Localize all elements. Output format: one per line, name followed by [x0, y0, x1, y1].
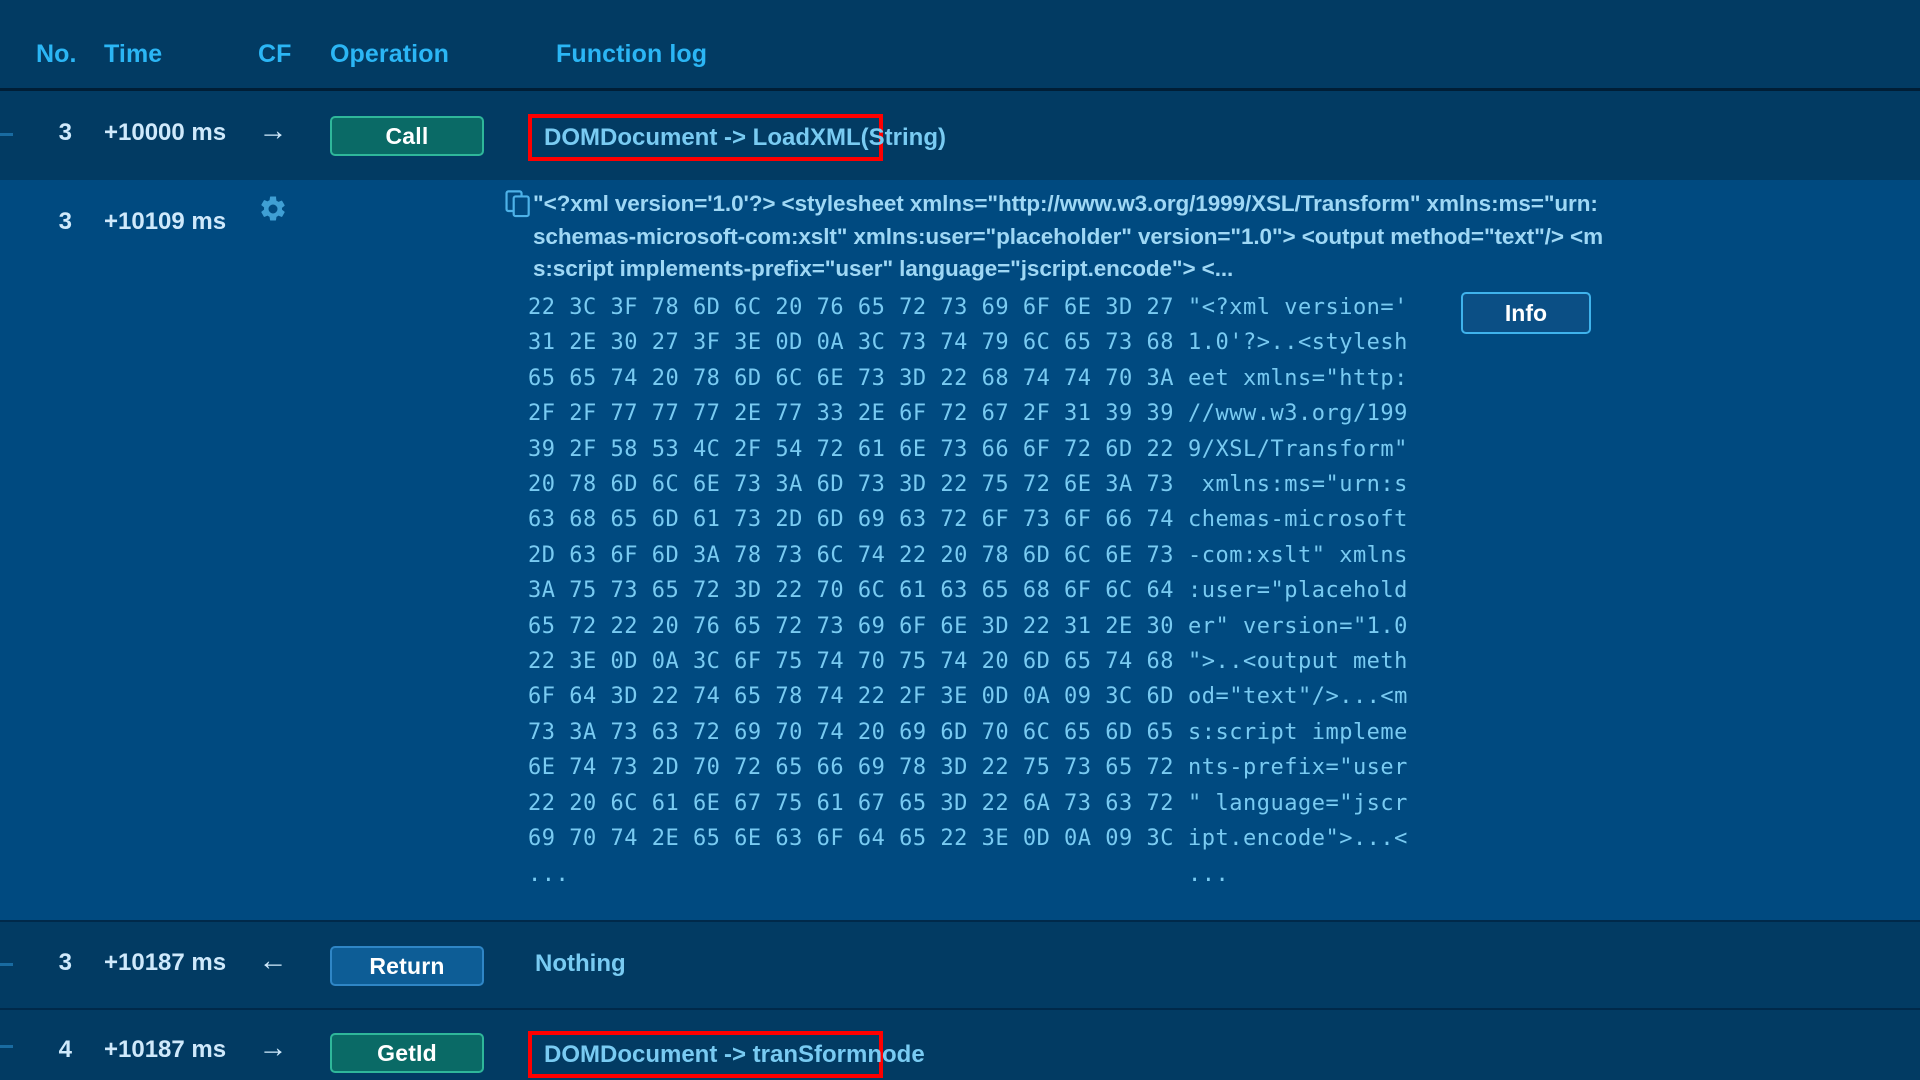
- function-log-text: DOMDocument -> LoadXML(String): [544, 123, 946, 151]
- row-time: +10187 ms: [104, 949, 227, 976]
- row-no: 3: [58, 119, 72, 146]
- function-log-table: No. Time CF Operation Function log 3 +10…: [0, 0, 1920, 1080]
- column-header-cf[interactable]: CF: [258, 40, 292, 69]
- row-no: 3: [58, 208, 72, 235]
- row-edge-marker: [0, 1045, 13, 1048]
- row-control-flow-arrow: →: [258, 1032, 288, 1064]
- table-row[interactable]: 3 +10187 ms ← Return Nothing: [0, 922, 1920, 1008]
- table-row[interactable]: 4 +10187 ms → GetId DOMDocument -> tranS…: [0, 1010, 1920, 1080]
- column-header-time[interactable]: Time: [104, 40, 162, 69]
- gear-icon[interactable]: [258, 194, 288, 224]
- column-header-no[interactable]: No.: [36, 40, 77, 69]
- hex-dump-column: 22 3C 3F 78 6D 6C 20 76 65 72 73 69 6F 6…: [528, 295, 1175, 887]
- xml-preview-text: "<?xml version='1.0'?> <stylesheet xmlns…: [533, 191, 1603, 281]
- row-control-flow-arrow: →: [258, 115, 288, 147]
- copy-icon[interactable]: [505, 190, 533, 220]
- column-header-operation[interactable]: Operation: [330, 40, 449, 69]
- operation-button-return[interactable]: Return: [330, 946, 484, 986]
- ascii-dump-column: "<?xml version=' 1.0'?>..<stylesh eet xm…: [1188, 295, 1408, 887]
- row-edge-marker: [0, 963, 13, 966]
- row-edge-marker: [0, 133, 13, 136]
- function-log-highlight[interactable]: DOMDocument -> tranSformnode: [528, 1031, 925, 1078]
- table-header: No. Time CF Operation Function log: [0, 0, 1920, 90]
- row-time: +10000 ms: [104, 119, 227, 146]
- row-control-flow-arrow: ←: [258, 945, 288, 977]
- table-row[interactable]: 3 +10000 ms → Call DOMDocument -> LoadXM…: [0, 91, 1920, 180]
- operation-button-getid[interactable]: GetId: [330, 1033, 484, 1073]
- operation-button-call[interactable]: Call: [330, 116, 484, 156]
- row-no: 3: [58, 949, 72, 976]
- function-log-text: DOMDocument -> tranSformnode: [544, 1040, 925, 1068]
- row-no: 4: [58, 1036, 72, 1063]
- column-header-function-log[interactable]: Function log: [556, 40, 707, 69]
- function-log-highlight[interactable]: DOMDocument -> LoadXML(String): [528, 114, 946, 161]
- info-button[interactable]: Info: [1461, 292, 1591, 334]
- row-time: +10109 ms: [104, 208, 227, 235]
- function-log-text: Nothing: [535, 950, 626, 977]
- row-time: +10187 ms: [104, 1036, 227, 1063]
